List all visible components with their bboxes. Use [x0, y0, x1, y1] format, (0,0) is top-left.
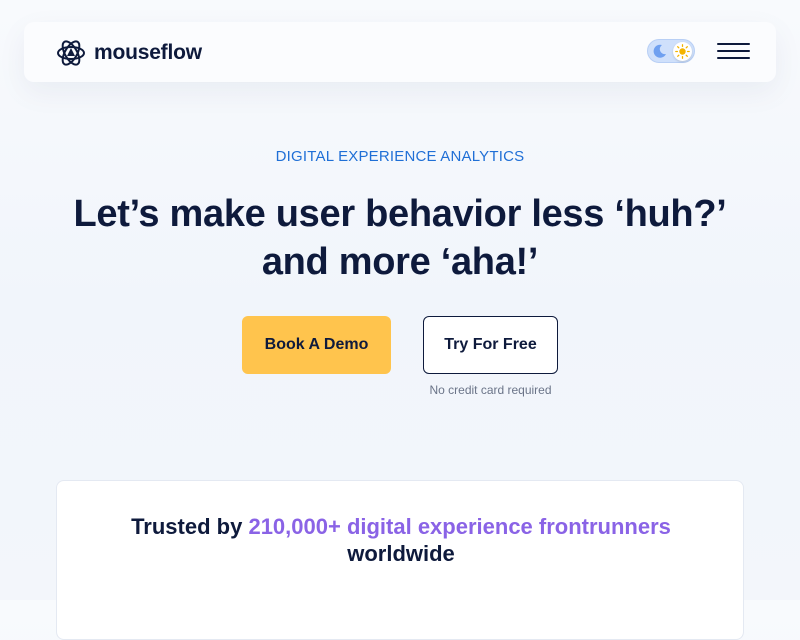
sun-icon: [675, 44, 690, 59]
trust-statement: Trusted by 210,000+ digital experience f…: [57, 513, 745, 567]
brand-name: mouseflow: [94, 41, 202, 64]
trust-card: Trusted by 210,000+ digital experience f…: [56, 480, 744, 640]
hamburger-icon: [717, 43, 750, 45]
mouseflow-logo-icon: [57, 40, 85, 66]
trust-highlight: 210,000+ digital experience frontrunners: [248, 514, 671, 539]
brand-logo[interactable]: mouseflow: [56, 38, 202, 68]
book-demo-button[interactable]: Book A Demo: [242, 316, 391, 374]
hamburger-menu-button[interactable]: [717, 40, 751, 62]
hero-headline: Let’s make user behavior less ‘huh?’ and…: [40, 190, 760, 286]
headline-line-1: Let’s make user behavior less ‘huh?’: [73, 193, 727, 235]
toggle-knob: [673, 42, 692, 61]
trust-prefix: Trusted by: [131, 514, 243, 539]
no-credit-card-note: No credit card required: [429, 383, 552, 397]
theme-toggle[interactable]: [647, 39, 695, 63]
moon-icon: [653, 44, 666, 58]
site-header: mouseflow: [24, 22, 776, 82]
trust-suffix: worldwide: [347, 541, 455, 566]
headline-line-2: and more ‘aha!’: [261, 241, 539, 283]
try-free-button[interactable]: Try For Free: [423, 316, 558, 374]
hero-eyebrow: DIGITAL EXPERIENCE ANALYTICS: [275, 148, 525, 165]
